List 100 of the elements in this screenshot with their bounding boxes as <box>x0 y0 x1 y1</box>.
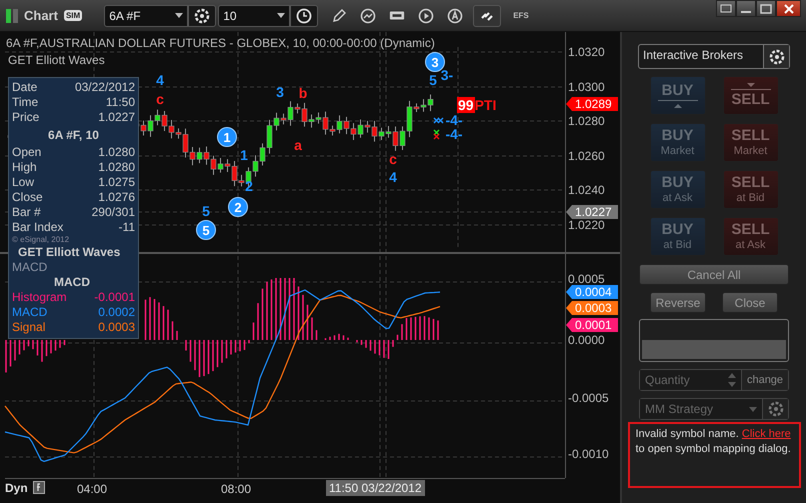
pencil-icon[interactable] <box>331 8 348 24</box>
pti-label: PTI <box>474 97 496 113</box>
maximize-icon <box>760 4 772 14</box>
app-icon <box>6 8 18 24</box>
macd-axis-label: -0.0010 <box>568 447 609 461</box>
link-icon[interactable] <box>473 4 502 26</box>
wave-label: c <box>389 152 397 166</box>
window-icon <box>720 4 732 14</box>
wave-label: 2 <box>245 179 253 193</box>
close-icon <box>782 4 794 14</box>
interval-dropdown[interactable]: 10 <box>218 4 290 26</box>
price-axis-label: 1.0220 <box>568 218 605 232</box>
time-axis-label: 04:00 <box>77 482 108 496</box>
minimize-button[interactable] <box>736 0 756 17</box>
wave-label: 5 <box>196 220 216 240</box>
wave-label: 5 <box>429 73 437 87</box>
chart-title: 6A #F,AUSTRALIAN DOLLAR FUTURES - GLOBEX, 10, 00:00-00:00 (Dynamic) <box>6 36 435 50</box>
x-mark-icon <box>433 129 440 140</box>
mapping-link[interactable]: Click here <box>742 428 791 440</box>
window-title: Chart <box>24 8 58 23</box>
data-value: -11 <box>118 220 135 235</box>
circle-a-icon[interactable] <box>447 8 464 24</box>
price-axis-label: 1.0240 <box>568 183 605 197</box>
x-mark-icon <box>433 117 444 124</box>
data-value: 11:50 <box>106 95 135 110</box>
broker-dropdown[interactable]: Interactive Brokers <box>639 45 763 68</box>
settings-icon[interactable] <box>763 45 789 68</box>
caret-icon <box>277 13 286 18</box>
caret-icon <box>749 406 757 412</box>
data-label: Bar # <box>12 205 41 220</box>
wave-label: 1 <box>217 127 237 147</box>
efs-label[interactable]: EFS <box>513 11 529 20</box>
settings-icon[interactable] <box>188 4 216 26</box>
cursor-time-label: 11:50 03/22/2012 <box>326 480 425 496</box>
wave-label: -4- <box>445 113 463 127</box>
data-label: Close <box>12 190 43 205</box>
wave-label: b <box>298 86 308 100</box>
data-value: -0.0001 <box>94 290 135 305</box>
chart-circle-icon[interactable] <box>360 8 376 24</box>
data-value: 03/22/2012 <box>74 80 135 95</box>
data-label: Time <box>12 95 38 110</box>
value-tag: 0.0004 <box>566 285 618 299</box>
macd-axis-label: -0.0005 <box>568 391 609 405</box>
price-axis-label: 1.0260 <box>568 149 605 163</box>
down-arrow-icon <box>730 83 770 91</box>
data-label: Low <box>12 175 34 190</box>
macd-caption: MACD <box>12 260 48 274</box>
mode-label[interactable]: Dyn <box>5 481 28 495</box>
macd-axis-label: 0.0000 <box>568 333 605 347</box>
wave-label: 3 <box>276 85 284 99</box>
data-label: Bar Index <box>12 220 64 235</box>
data-value: 1.0280 <box>98 160 135 175</box>
copyright-text: © eSignal, 2012 <box>12 235 70 245</box>
up-arrow-icon <box>658 100 698 108</box>
restore-button[interactable] <box>716 0 736 17</box>
data-label: Histogram <box>12 290 67 305</box>
maximize-button[interactable] <box>756 0 776 17</box>
price-axis-label: 1.0280 <box>568 114 605 128</box>
play-icon[interactable] <box>418 8 434 24</box>
wave-label: 4 <box>156 73 164 87</box>
price-tag: 1.0227 <box>566 205 618 219</box>
macd-heading: MACD <box>53 274 91 290</box>
wave-label: a <box>294 138 302 152</box>
symbol-heading: 6A #F, 10 <box>47 127 100 144</box>
data-value: 1.0275 <box>98 175 135 190</box>
data-label: Date <box>12 80 38 95</box>
wave-label: 5 <box>202 204 210 218</box>
data-label: Open <box>12 145 42 160</box>
price-tag: 1.0289 <box>566 97 618 111</box>
wave-label: 2 <box>228 197 248 217</box>
symbol-dropdown[interactable]: 6A #F <box>104 4 188 26</box>
clock-icon[interactable] <box>290 4 318 26</box>
study-title: GET Elliott Waves <box>8 53 105 67</box>
data-label: MACD <box>12 305 48 320</box>
close-button[interactable] <box>776 0 801 17</box>
formula-icon[interactable] <box>33 481 45 494</box>
mode-badge: SIM <box>64 10 82 21</box>
price-axis-label: 1.0320 <box>568 45 605 59</box>
data-value: 0.0002 <box>98 305 135 320</box>
pti-value: 99 <box>457 97 475 113</box>
wave-label: c <box>156 92 164 106</box>
data-value: 1.0280 <box>98 145 135 160</box>
study-heading: GET Elliott Waves <box>17 245 122 260</box>
data-label: Signal <box>12 320 46 335</box>
data-value: 1.0227 <box>98 110 135 125</box>
data-label: Price <box>12 110 40 125</box>
macd-axis-label: 0.0005 <box>568 272 605 286</box>
value-tag: 0.0003 <box>566 301 618 315</box>
data-value: 290/301 <box>92 205 135 220</box>
time-axis-label: 08:00 <box>221 482 252 496</box>
error-message: Invalid symbol name. Click here to open symbol mapping dialog. <box>636 427 792 457</box>
caret-icon <box>175 13 184 18</box>
wave-label: 4 <box>389 170 397 184</box>
price-axis-label: 1.0300 <box>568 80 605 94</box>
wave-label: -4- <box>445 127 463 141</box>
data-value: 0.0003 <box>98 320 135 335</box>
data-value: 1.0276 <box>98 190 135 205</box>
value-tag: 0.0001 <box>566 318 618 332</box>
strategy-dropdown[interactable]: MM Strategy <box>640 399 762 419</box>
minimize-icon <box>741 10 751 12</box>
